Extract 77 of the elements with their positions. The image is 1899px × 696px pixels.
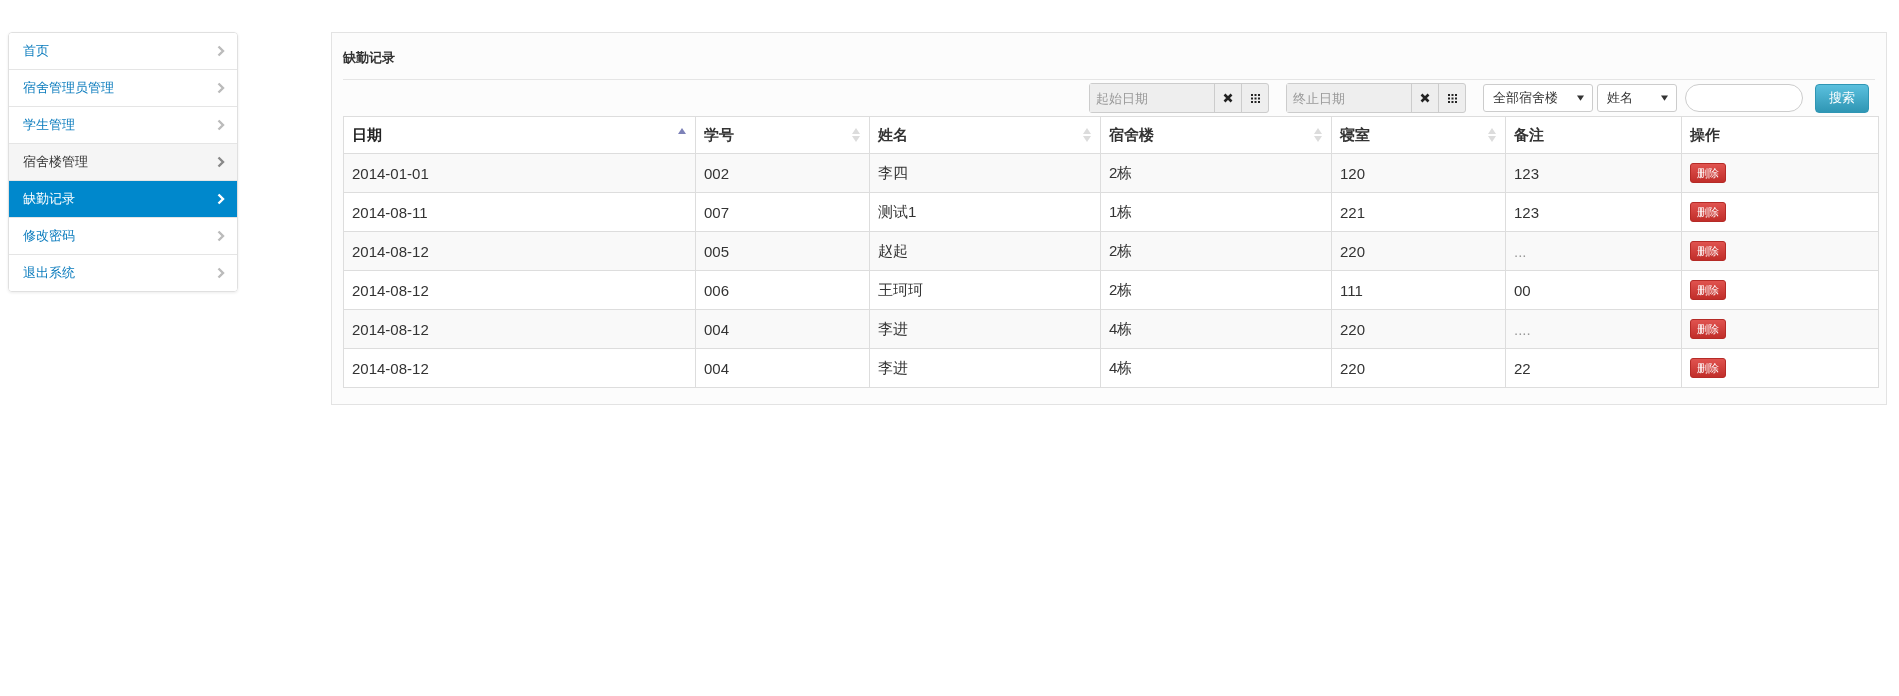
table-cell: 220 (1331, 309, 1506, 349)
column-header[interactable]: 学号 (695, 116, 870, 154)
table-cell: 002 (695, 153, 870, 193)
sort-ascending-icon (678, 128, 686, 134)
table-cell: 4栋 (1100, 348, 1332, 388)
table-cell: 2栋 (1100, 270, 1332, 310)
sidebar-item[interactable]: 学生管理 (9, 106, 237, 143)
table-cell: 2014-08-12 (343, 309, 696, 349)
table-cell: 220 (1331, 348, 1506, 388)
table-cell: 2014-08-12 (343, 231, 696, 271)
chevron-right-icon (217, 45, 225, 57)
table-cell: 005 (695, 231, 870, 271)
table-cell: 004 (695, 348, 870, 388)
table-cell: .... (1505, 309, 1682, 349)
table-cell: 李进 (869, 348, 1101, 388)
table-cell: 李进 (869, 309, 1101, 349)
column-header[interactable]: 寝室 (1331, 116, 1506, 154)
table-cell: 111 (1331, 270, 1506, 310)
table-cell: 00 (1505, 270, 1682, 310)
table-cell: 123 (1505, 153, 1682, 193)
delete-button[interactable]: 删除 (1690, 280, 1726, 301)
dropdown-icon (1661, 95, 1668, 101)
sidebar-item[interactable]: 宿舍管理员管理 (9, 69, 237, 106)
dropdown-icon (1577, 95, 1584, 101)
sort-icon (1488, 128, 1496, 142)
column-header: 操作 (1681, 116, 1879, 154)
delete-button[interactable]: 删除 (1690, 202, 1726, 223)
table-cell: 123 (1505, 192, 1682, 232)
table-cell: 李四 (869, 153, 1101, 193)
delete-button[interactable]: 删除 (1690, 358, 1726, 379)
table-cell: 007 (695, 192, 870, 232)
start-date-picker[interactable]: 起始日期 (1089, 83, 1269, 113)
table-cell: 2014-08-12 (343, 348, 696, 388)
search-button[interactable]: 搜索 (1815, 83, 1869, 113)
chevron-right-icon (217, 119, 225, 131)
sort-icon (852, 128, 860, 142)
delete-button[interactable]: 删除 (1690, 319, 1726, 340)
table-cell: 2014-08-11 (343, 192, 696, 232)
search-field[interactable] (1685, 84, 1803, 112)
table-cell: 王珂珂 (869, 270, 1101, 310)
chevron-right-icon (217, 267, 225, 279)
table-cell: 4栋 (1100, 309, 1332, 349)
table-cell: 220 (1331, 231, 1506, 271)
table-cell: 120 (1331, 153, 1506, 193)
table-cell: 2014-08-12 (343, 270, 696, 310)
column-header[interactable]: 日期 (343, 116, 696, 154)
table-cell: 004 (695, 309, 870, 349)
delete-button[interactable]: 删除 (1690, 241, 1726, 262)
field-select[interactable]: 姓名 (1597, 84, 1677, 112)
sidebar-item[interactable]: 首页 (9, 33, 237, 69)
table-cell: 2栋 (1100, 231, 1332, 271)
table-cell: 22 (1505, 348, 1682, 388)
end-date-picker[interactable]: 终止日期 (1286, 83, 1466, 113)
sidebar-item[interactable]: 缺勤记录 (9, 180, 237, 217)
column-header[interactable]: 宿舍楼 (1100, 116, 1332, 154)
chevron-right-icon (217, 156, 225, 168)
chevron-right-icon (217, 230, 225, 242)
sort-icon (1083, 128, 1091, 142)
table-cell: 2014-01-01 (343, 153, 696, 193)
sidebar-item[interactable]: 退出系统 (9, 254, 237, 291)
column-header: 备注 (1505, 116, 1682, 154)
table-cell: 221 (1331, 192, 1506, 232)
table-cell: 赵起 (869, 231, 1101, 271)
table-cell: 1栋 (1100, 192, 1332, 232)
chevron-right-icon (217, 82, 225, 94)
panel-title: 缺勤记录 (343, 33, 1875, 80)
column-header[interactable]: 姓名 (869, 116, 1101, 154)
sort-icon (1314, 128, 1322, 142)
table-cell: 测试1 (869, 192, 1101, 232)
sidebar-item[interactable]: 修改密码 (9, 217, 237, 254)
chevron-right-icon (217, 193, 225, 205)
table-cell: ... (1505, 231, 1682, 271)
sidebar-item[interactable]: 宿舍楼管理 (9, 143, 237, 180)
table-cell: 006 (695, 270, 870, 310)
delete-button[interactable]: 删除 (1690, 163, 1726, 184)
table-cell: 2栋 (1100, 153, 1332, 193)
building-select[interactable]: 全部宿舍楼 (1483, 84, 1593, 112)
